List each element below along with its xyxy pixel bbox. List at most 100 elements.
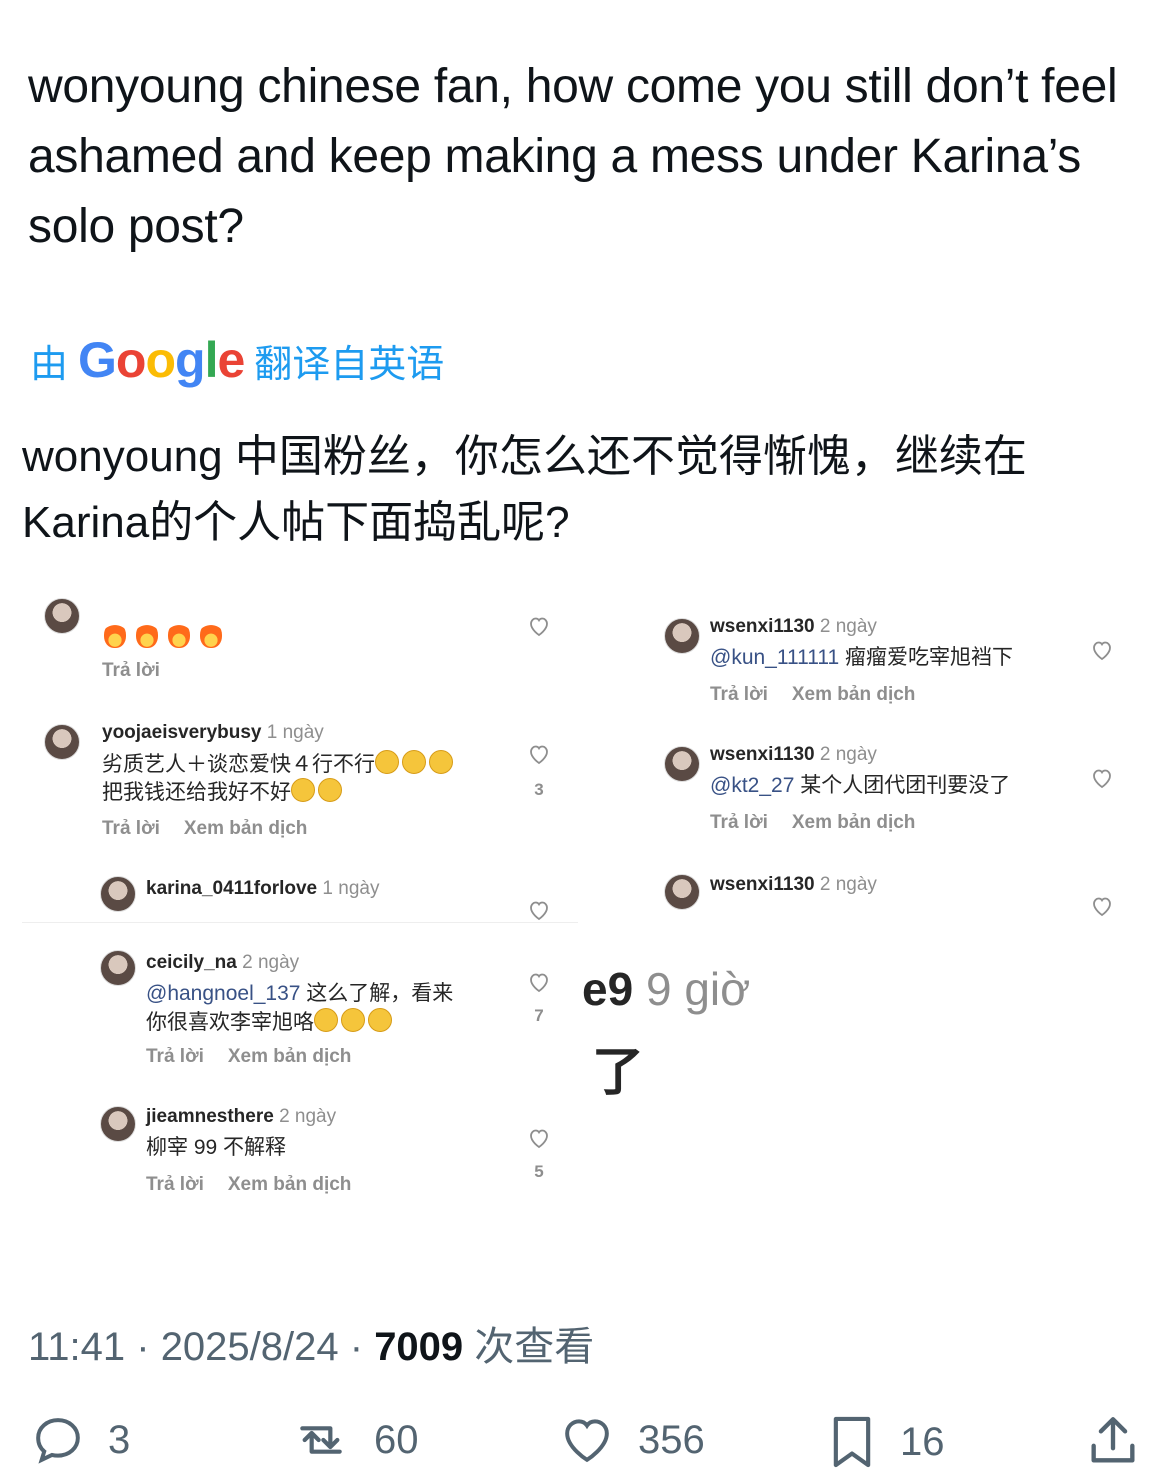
reply-link[interactable]: Trả lời (146, 1046, 204, 1067)
tweet-time[interactable]: 11:41 (28, 1325, 125, 1369)
avatar (100, 1106, 136, 1142)
comment-time: 2 ngày (819, 744, 877, 765)
reply-link[interactable]: Trả lời (102, 818, 160, 839)
tweet-date[interactable]: 2025/8/24 (161, 1325, 339, 1369)
comment-username[interactable]: wsenxi1130 2 ngày (710, 874, 877, 896)
mention-link[interactable]: @hangnoel_137 (146, 982, 300, 1005)
like-button[interactable]: 356 (556, 1412, 705, 1468)
laugh-emoji-icon (375, 750, 399, 774)
view-label: 次查看 (474, 1325, 595, 1369)
heart-icon[interactable] (527, 1126, 551, 1150)
tweet-text: wonyoung chinese fan, how come you still… (28, 60, 1118, 253)
comment-username[interactable]: wsenxi1130 2 ngày (710, 616, 877, 638)
like-count: 356 (638, 1417, 705, 1462)
reply-button[interactable]: 3 (28, 1412, 130, 1468)
reply-link[interactable]: Trả lời (710, 812, 768, 833)
mention-link[interactable]: @kt2_27 (710, 774, 794, 797)
translate-prefix: 由 (30, 343, 69, 386)
comment-text: @kt2_27 某个人团代团刊要没了 (710, 774, 1011, 797)
retweet-icon (300, 1426, 342, 1454)
comment-username[interactable]: yoojaeisverybusy 1 ngày (102, 722, 324, 744)
google-logo: Google (78, 332, 245, 388)
share-icon (1091, 1417, 1135, 1463)
heart-icon[interactable] (527, 742, 551, 766)
comment-actions: Trả lời Xem bản dịch (710, 812, 939, 834)
comment-time: 1 ngày (266, 722, 324, 743)
attached-image[interactable]: Trả lời yoojaeisverybusy 1 ngày 劣质艺人＋谈恋爱… (22, 596, 1120, 1246)
comment-actions: Trả lời Xem bản dịch (710, 684, 939, 706)
translation-attribution[interactable]: 由 Google 翻译自英语 (30, 330, 444, 390)
comment-actions: Trả lời Xem bản dịch (146, 1174, 375, 1196)
comment-text: 你很喜欢李宰旭咯 (146, 1008, 395, 1037)
comment-username[interactable]: ceicily_na 2 ngày (146, 952, 299, 974)
reply-link[interactable]: Trả lời (146, 1174, 204, 1195)
avatar (664, 874, 700, 910)
laugh-emoji-icon (429, 750, 453, 774)
avatar (664, 746, 700, 782)
heart-icon[interactable] (1090, 894, 1114, 918)
avatar (100, 876, 136, 912)
like-count: 7 (534, 1006, 544, 1025)
comment-username[interactable]: karina_0411forlove 1 ngày (146, 878, 379, 900)
translate-link[interactable]: Xem bản dịch (228, 1046, 352, 1067)
comment-time: 2 ngày (279, 1106, 337, 1127)
laugh-emoji-icon (318, 778, 342, 802)
tweet-meta: 11:41 · 2025/8/24 · 7009 次查看 (28, 1325, 595, 1369)
reply-icon (36, 1418, 80, 1464)
overlay-fragment-char: 了 (592, 1044, 645, 1102)
comment-time: 2 ngày (242, 952, 300, 973)
laugh-emoji-icon (314, 1008, 338, 1032)
translated-text: wonyoung 中国粉丝，你怎么还不觉得惭愧，继续在 Karina的个人帖下面… (22, 432, 1027, 547)
reply-count: 3 (108, 1417, 131, 1462)
comment-text: 劣质艺人＋谈恋爱快４行不行 (102, 750, 456, 779)
comment-actions: Trả lời Xem bản dịch (146, 1046, 375, 1068)
heart-icon[interactable] (1090, 638, 1114, 662)
comment-time: 2 ngày (819, 616, 877, 637)
like-heart-icon (565, 1419, 609, 1463)
share-button[interactable] (1084, 1412, 1142, 1470)
comment-time: 1 ngày (322, 878, 380, 899)
laugh-emoji-icon (402, 750, 426, 774)
comment-actions: Trả lời (102, 660, 184, 682)
fire-emoji-icon (136, 622, 158, 648)
like-count: 5 (534, 1162, 544, 1181)
comment-text (104, 622, 232, 652)
retweet-count: 60 (374, 1417, 419, 1462)
heart-icon[interactable] (527, 898, 551, 922)
comment-panel-left-top: Trả lời yoojaeisverybusy 1 ngày 劣质艺人＋谈恋爱… (22, 596, 578, 923)
avatar (100, 950, 136, 986)
bookmark-icon (833, 1416, 871, 1468)
bookmark-button[interactable]: 16 (824, 1412, 945, 1472)
translate-link[interactable]: Xem bản dịch (792, 812, 916, 833)
reply-link[interactable]: Trả lời (102, 660, 160, 681)
comment-text: @kun_111111 瘤瘤爱吃宰旭裆下 (710, 646, 1013, 669)
laugh-emoji-icon (341, 1008, 365, 1032)
mention-link[interactable]: @kun_111111 (710, 646, 839, 669)
translate-link[interactable]: Xem bản dịch (228, 1174, 352, 1195)
like-count: 3 (534, 780, 544, 799)
translate-suffix: 翻译自英语 (254, 343, 445, 386)
comment-username[interactable]: wsenxi1130 2 ngày (710, 744, 877, 766)
reply-link[interactable]: Trả lời (710, 684, 768, 705)
avatar (44, 724, 80, 760)
comment-actions: Trả lời Xem bản dịch (102, 818, 331, 840)
translate-link[interactable]: Xem bản dịch (792, 684, 916, 705)
heart-icon[interactable] (1090, 766, 1114, 790)
overlay-fragment: e9 9 giờ (582, 963, 751, 1015)
translate-link[interactable]: Xem bản dịch (184, 818, 308, 839)
fire-emoji-icon (104, 622, 126, 648)
fire-emoji-icon (168, 622, 190, 648)
comment-text: 柳宰 99 不解释 (146, 1136, 287, 1159)
avatar (664, 618, 700, 654)
heart-icon[interactable] (527, 970, 551, 994)
heart-icon[interactable] (527, 614, 551, 638)
comment-text: @hangnoel_137 这么了解，看来 (146, 982, 454, 1005)
bookmark-count: 16 (900, 1419, 945, 1464)
comment-text: 把我钱还给我好不好 (102, 778, 345, 807)
view-count: 7009 (374, 1325, 464, 1369)
retweet-button[interactable]: 60 (288, 1412, 419, 1468)
comment-username[interactable]: jieamnesthere 2 ngày (146, 1106, 336, 1128)
avatar (44, 598, 80, 634)
comment-panel-left-bottom: ceicily_na 2 ngày @hangnoel_137 这么了解，看来 … (82, 930, 578, 1240)
comment-time: 2 ngày (819, 874, 877, 895)
